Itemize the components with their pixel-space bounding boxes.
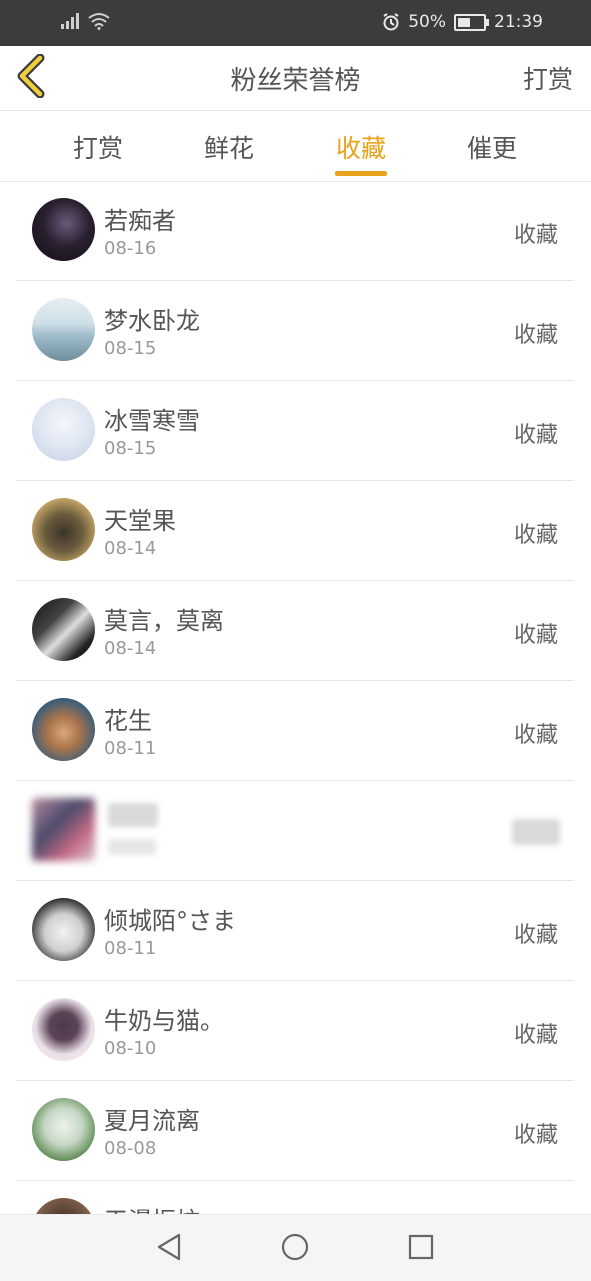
battery-icon [454,13,489,31]
avatar [32,398,95,461]
fan-action: 收藏 [513,223,558,248]
signal-icon [61,13,79,29]
title-bar: 粉丝荣誉榜 打赏 [0,46,591,111]
fan-action: 收藏 [513,1123,558,1148]
active-tab-indicator [335,171,387,176]
fan-name: 牛奶与猫。 [104,1007,224,1035]
fan-action: 收藏 [513,423,558,448]
avatar [32,498,95,561]
list-item[interactable]: 牛奶与猫。 08-10 收藏 [16,981,574,1081]
list-item[interactable]: 若痴者 08-16 收藏 [16,181,574,281]
page-title: 粉丝荣誉榜 [230,66,361,96]
avatar [32,198,95,261]
list-item[interactable]: 天堂果 08-14 收藏 [16,481,574,581]
fan-date: 08-15 [104,338,157,359]
fan-name: 梦水卧龙 [104,307,200,335]
redacted-name [108,803,158,827]
fan-action: 收藏 [513,523,558,548]
avatar [32,298,95,361]
fan-list: 若痴者 08-16 收藏 梦水卧龙 08-15 收藏 冰雪寒雪 08-15 收藏… [16,181,574,1280]
battery-percent: 50% [408,12,446,32]
tab-bar: 打赏 鲜花 收藏 催更 [0,111,591,182]
reward-button[interactable]: 打赏 [523,60,573,96]
fan-name: 夏月流离 [104,1107,200,1135]
fan-date: 08-11 [104,738,157,759]
tab-urge-update[interactable]: 催更 [432,129,552,165]
status-right: 50% 21:39 [382,12,543,32]
list-item[interactable]: 倾城陌°さま 08-11 收藏 [16,881,574,981]
avatar [32,798,95,861]
fan-action: 收藏 [513,623,558,648]
list-item[interactable]: 梦水卧龙 08-15 收藏 [16,281,574,381]
list-item[interactable]: 冰雪寒雪 08-15 收藏 [16,381,574,481]
list-item[interactable]: 花生 08-11 收藏 [16,681,574,781]
fan-date: 08-14 [104,538,157,559]
redacted-action [512,819,560,845]
fan-date: 08-16 [104,238,157,259]
fan-name: 冰雪寒雪 [104,407,200,435]
tab-flowers[interactable]: 鲜花 [169,129,289,165]
avatar [32,1098,95,1161]
fan-name: 若痴者 [104,207,176,235]
avatar [32,898,95,961]
status-left [60,12,110,30]
avatar [32,598,95,661]
clock-time: 21:39 [494,12,543,32]
list-item-obscured[interactable] [16,781,574,881]
redacted-date [108,839,156,855]
fan-name: 天堂果 [104,507,176,535]
fan-date: 08-14 [104,638,157,659]
list-item[interactable]: 夏月流离 08-08 收藏 [16,1081,574,1181]
tab-reward[interactable]: 打赏 [38,129,158,165]
back-triangle-icon[interactable] [156,1233,182,1261]
fan-date: 08-15 [104,438,157,459]
fan-name: 花生 [104,707,152,735]
fan-date: 08-11 [104,938,157,959]
fan-action: 收藏 [513,323,558,348]
fan-action: 收藏 [513,1023,558,1048]
wifi-icon [88,13,110,30]
alarm-icon [383,13,399,31]
fan-action: 收藏 [513,923,558,948]
recents-square-icon[interactable] [408,1233,434,1261]
fan-name: 倾城陌°さま [104,907,236,935]
avatar [32,998,95,1061]
avatar [32,698,95,761]
tab-favorites[interactable]: 收藏 [301,129,421,165]
fan-action: 收藏 [513,723,558,748]
fan-date: 08-10 [104,1038,157,1059]
fan-date: 08-08 [104,1138,157,1159]
list-item[interactable]: 莫言，莫离 08-14 收藏 [16,581,574,681]
fan-name: 莫言，莫离 [104,607,224,635]
home-circle-icon[interactable] [281,1233,309,1261]
system-nav-bar [0,1214,591,1281]
status-bar: 50% 21:39 [0,0,591,46]
